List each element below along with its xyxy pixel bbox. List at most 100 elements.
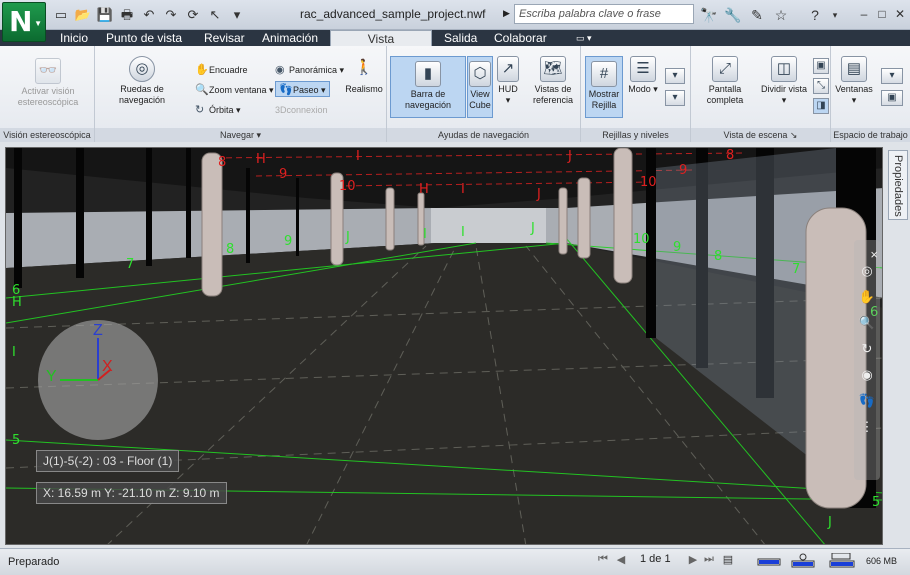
fullscreen-button[interactable]: ⤢ Pantalla completa (693, 56, 757, 106)
help-dropdown-icon[interactable]: ▾ (826, 6, 844, 24)
select-icon[interactable]: ↖ (206, 6, 224, 24)
favorites-star-icon[interactable]: ☆ (772, 6, 790, 24)
zoom-window-button[interactable]: 🔍Zoom ventana ▾ (195, 82, 274, 98)
show-grid-toggle[interactable]: # Mostrar Rejilla (585, 56, 623, 118)
close-icon[interactable]: × (870, 242, 878, 268)
grid-dropdown-1[interactable]: ▾ (665, 68, 685, 84)
tab-revisar[interactable]: Revisar (198, 30, 251, 46)
reference-views-button[interactable]: 🗺 Vistas de referencia (527, 56, 579, 106)
windows-button[interactable]: ▤ Ventanas ▾ (833, 56, 875, 106)
svg-text:10: 10 (633, 232, 650, 247)
properties-side-tab[interactable]: Propiedades (888, 150, 908, 220)
split-view-button[interactable]: ◫ Dividir vista ▾ (761, 56, 807, 106)
save-icon[interactable]: 💾 (96, 6, 114, 24)
tab-salida[interactable]: Salida (438, 30, 483, 46)
tab-animacion[interactable]: Animación (256, 30, 324, 46)
svg-text:H: H (256, 152, 266, 167)
binoculars-icon[interactable]: 🔭 (700, 6, 718, 24)
tab-punto-de-vista[interactable]: Punto de vista (100, 30, 188, 46)
more-options-icon[interactable]: ⋮ (854, 414, 880, 440)
panel-label-scene[interactable]: Vista de escena ↘ (691, 128, 830, 142)
windows-label: Ventanas (835, 84, 873, 94)
next-sheet-icon[interactable]: ▶ (686, 553, 700, 569)
application-menu-button[interactable]: N ▼ (2, 2, 46, 42)
svg-text:H: H (419, 182, 429, 197)
tab-vista[interactable]: Vista (330, 30, 432, 46)
communication-icon[interactable]: ✎ (748, 6, 766, 24)
status-text: Preparado (8, 556, 60, 568)
orbit-icon: ↻ (195, 104, 205, 116)
grid-dropdown-2[interactable]: ▾ (665, 90, 685, 106)
look-icon[interactable]: ◉ (854, 362, 880, 388)
sheet-browser-icon[interactable]: ▤ (720, 553, 736, 569)
navisworks-window: N ▼ ▭ 📂 💾 🖶 ↶ ↷ ⟳ ↖ ▾ rac_advanced_sampl… (0, 0, 910, 575)
hud-button[interactable]: ↗ HUD ▾ (495, 56, 521, 106)
last-sheet-icon[interactable]: ⏭ (702, 553, 716, 569)
svg-text:J: J (536, 187, 541, 202)
prev-sheet-icon[interactable]: ◀ (614, 553, 628, 569)
properties-label: Propiedades (892, 155, 904, 217)
panel-workspace: ▤ Ventanas ▾ ▾ ▣ Espacio de trabajo (831, 46, 910, 142)
grid-mode-button[interactable]: ☰ Modo ▾ (627, 56, 659, 95)
ribbon-tab-bar: Inicio Punto de vista Revisar Animación … (0, 30, 910, 46)
scene-option-1-icon[interactable]: ▣ (813, 58, 829, 74)
memory-usage: 606 MB (866, 556, 898, 566)
encuadre-button[interactable]: ✋Encuadre (195, 62, 248, 78)
tab-inicio[interactable]: Inicio (54, 30, 94, 46)
realism-button[interactable]: 🚶 Realismo (343, 56, 385, 95)
quick-access-toolbar: ▭ 📂 💾 🖶 ↶ ↷ ⟳ ↖ ▾ (52, 6, 246, 24)
undo-icon[interactable]: ↶ (140, 6, 158, 24)
svg-text:I: I (12, 345, 16, 360)
maximize-button[interactable]: □ (874, 5, 890, 23)
svg-text:I: I (461, 182, 465, 197)
qat-dropdown-icon[interactable]: ▾ (228, 6, 246, 24)
scene-option-2-icon[interactable]: ⤡ (813, 78, 829, 94)
search-input[interactable]: Escriba palabra clave o frase (514, 4, 694, 24)
walk-icon[interactable]: 👣 (854, 388, 880, 414)
close-button[interactable]: ✕ (892, 5, 908, 23)
search-expand-icon[interactable]: ▶ (503, 8, 510, 19)
panoramica-button[interactable]: ◉ Panorámica ▾ (275, 62, 344, 78)
workspace-save-icon[interactable]: ▣ (881, 90, 903, 106)
scene-option-3-icon[interactable]: ◨ (813, 98, 829, 114)
document-title: rac_advanced_sample_project.nwf (300, 7, 486, 21)
page-indicator: 1 de 1 (640, 553, 671, 565)
fullscreen-label: Pantalla completa (706, 84, 744, 105)
navigation-wheels-button[interactable]: ◎ Ruedas de navegación (101, 56, 183, 106)
refresh-icon[interactable]: ⟳ (184, 6, 202, 24)
tab-colaborar[interactable]: Colaborar (488, 30, 553, 46)
realism-label: Realismo (345, 84, 383, 94)
help-icon[interactable]: ? (806, 6, 824, 24)
panel-label-navigate[interactable]: Navegar ▾ (95, 128, 386, 142)
workspace-load-icon[interactable]: ▾ (881, 68, 903, 84)
viewcube-toggle[interactable]: ⬡ View Cube (467, 56, 493, 118)
split-view-icon: ◫ (771, 56, 797, 82)
hand-pan-icon: ✋ (195, 64, 209, 76)
axis-x-label: X (102, 358, 113, 375)
svg-text:9: 9 (284, 234, 292, 249)
orbit-icon[interactable]: ↻ (854, 336, 880, 362)
3d-viewport[interactable]: 8HI J 9 10 HIJ 10 9 8 89J I76 HI5 IJ 10 9 8 76… (5, 147, 883, 545)
panel-label-grids: Rejillas y niveles (581, 128, 690, 142)
first-sheet-icon[interactable]: ⏮ (596, 553, 610, 569)
svg-text:9: 9 (673, 240, 681, 255)
3dconnexion-button[interactable]: 3Dconnexion (275, 102, 328, 118)
walk-button[interactable]: 👣Paseo ▾ (275, 81, 330, 97)
subscription-icon[interactable]: 🔧 (724, 6, 742, 24)
minimize-button[interactable]: – (856, 5, 872, 23)
viewcube-label: View Cube (469, 89, 491, 110)
panel-stereo: 👓 Activar visión estereoscópica Visión e… (0, 46, 95, 142)
redo-icon[interactable]: ↷ (162, 6, 180, 24)
pan-hand-icon[interactable]: ✋ (854, 284, 880, 310)
ribbon-minimize-icon[interactable]: ▭ ▾ (570, 30, 598, 46)
stereo-glasses-icon: 👓 (35, 58, 61, 84)
open-file-icon[interactable]: 📂 (74, 6, 92, 24)
stereo-button[interactable]: 👓 Activar visión estereoscópica (8, 58, 88, 108)
svg-text:J: J (530, 221, 535, 236)
new-file-icon[interactable]: ▭ (52, 6, 70, 24)
orbit-button[interactable]: ↻ Órbita ▾ (195, 102, 241, 118)
zoom-icon[interactable]: 🔍 (854, 310, 880, 336)
steering-wheel-icon: ◎ (129, 56, 155, 82)
print-icon[interactable]: 🖶 (118, 6, 136, 24)
navigation-bar-toggle[interactable]: ▮ Barra de navegación (390, 56, 466, 118)
